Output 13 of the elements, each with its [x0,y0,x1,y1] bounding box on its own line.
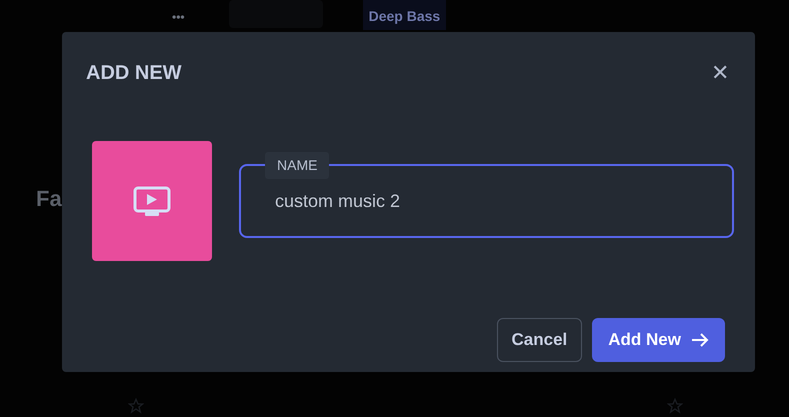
star-icon [667,398,683,414]
star-icon [128,398,144,414]
tv-play-icon [133,186,171,216]
dialog-title: ADD NEW [86,61,182,86]
add-new-button[interactable]: Add New [592,318,725,362]
arrow-right-icon [691,333,709,347]
section-heading: Fa [36,186,62,211]
close-button[interactable]: ✕ [711,62,729,84]
cancel-button[interactable]: Cancel [496,318,582,362]
field-label: NAME [265,152,330,179]
field-value: custom music 2 [275,190,400,212]
more-label: ••• [172,9,185,26]
preset-chip[interactable]: Deep Bass [362,0,446,30]
